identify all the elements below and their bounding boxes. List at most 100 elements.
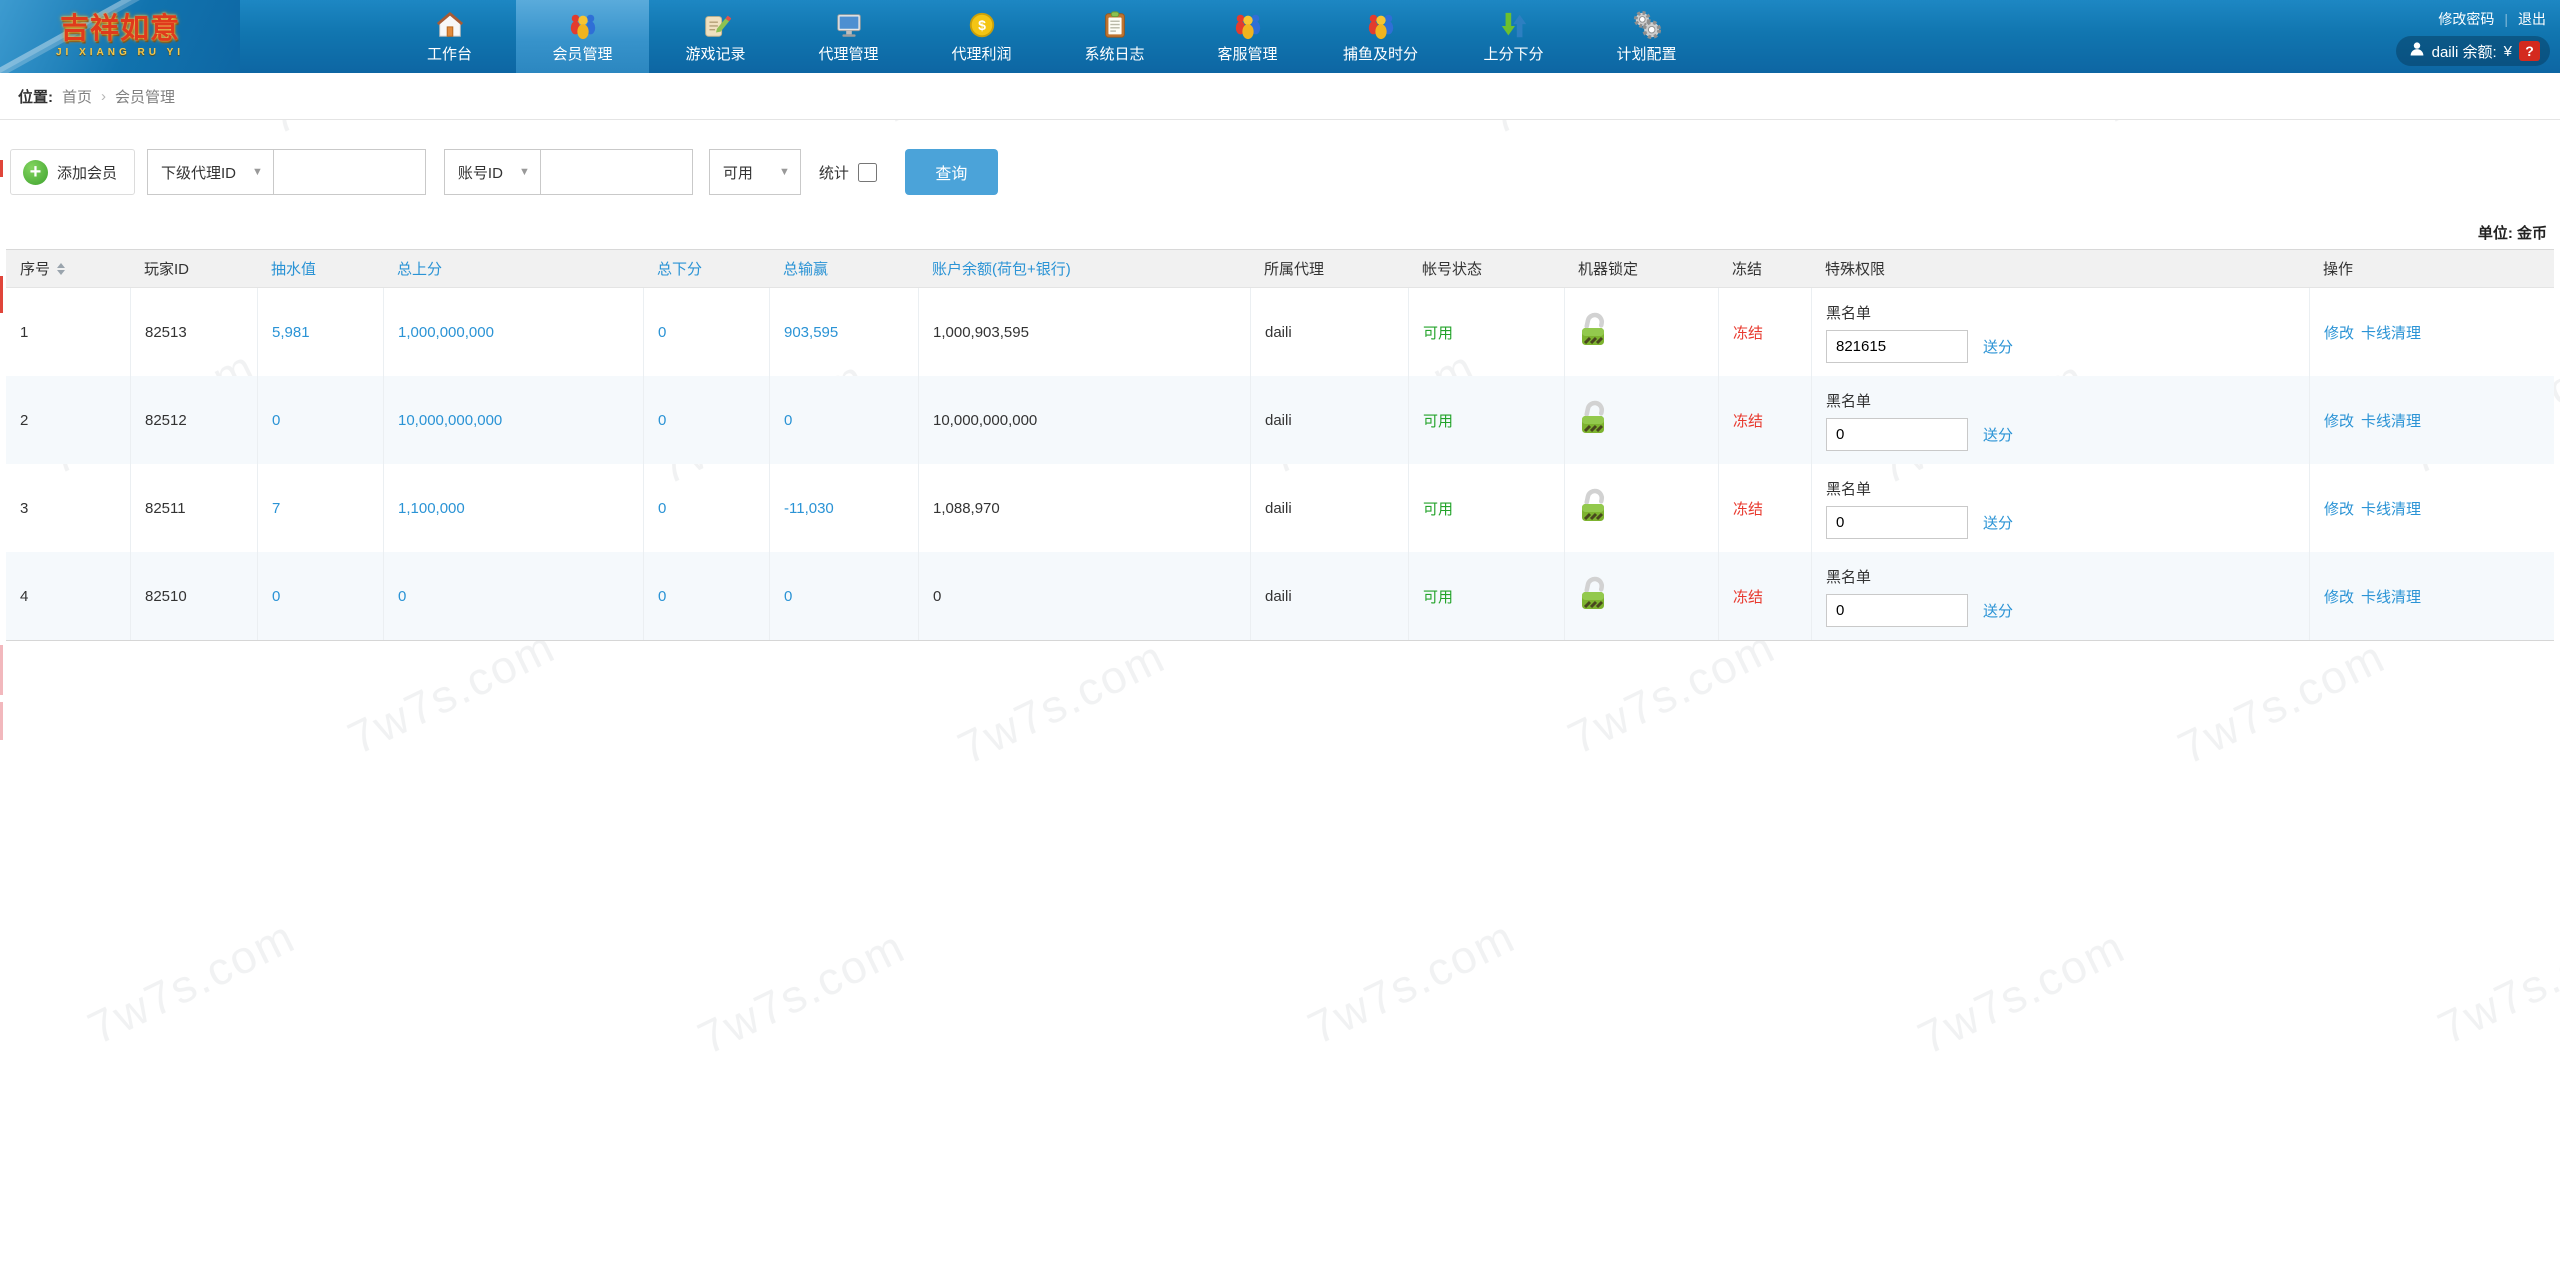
status-select[interactable]: 可用 ▼ <box>708 149 801 195</box>
menu-item-plan-config[interactable]: 计划配置 <box>1580 0 1713 73</box>
freeze-link[interactable]: 冻结 <box>1733 586 1763 607</box>
menu-item-agent-profit[interactable]: $ 代理利润 <box>915 0 1048 73</box>
unlock-icon[interactable] <box>1579 312 1609 352</box>
blacklist-input[interactable] <box>1826 593 1968 627</box>
breadcrumb-home[interactable]: 首页 <box>62 86 92 107</box>
chevron-down-icon: ▼ <box>518 166 530 178</box>
total-down-link[interactable]: 0 <box>658 588 666 605</box>
winloss-link[interactable]: 0 <box>784 412 792 429</box>
total-up-link[interactable]: 1,100,000 <box>398 500 465 517</box>
cell-balance: 1,088,970 <box>918 464 1250 552</box>
stats-checkbox[interactable] <box>857 162 877 182</box>
watermark-text: 7w7s.com <box>949 629 1174 775</box>
members-table: 序号 玩家ID 抽水值 总上分 总下分 总输赢 账户余额(荷包+银行) 所属代理… <box>6 249 2554 641</box>
winloss-link[interactable]: 0 <box>784 588 792 605</box>
send-points-link[interactable]: 送分 <box>1983 424 2013 445</box>
balance-badge: ? <box>2519 41 2540 61</box>
add-member-button[interactable]: + 添加会员 <box>10 149 136 195</box>
updown-icon <box>1499 10 1529 40</box>
main-menu: 工作台 会员管理 游戏记录 代理管理 $ 代理利润 系统日志 客服管理 捕鱼及时 <box>383 0 1713 73</box>
clear-line-link[interactable]: 卡线清理 <box>2361 586 2421 607</box>
user-balance-pill[interactable]: daili 余额: ¥ ? <box>2395 36 2550 66</box>
cell-seq: 3 <box>20 499 29 517</box>
clear-line-link[interactable]: 卡线清理 <box>2361 498 2421 519</box>
cell-balance: 0 <box>918 552 1250 640</box>
total-down-link[interactable]: 0 <box>658 324 666 341</box>
menu-item-label: 系统日志 <box>1084 45 1145 63</box>
edit-link[interactable]: 修改 <box>2324 410 2354 431</box>
logo[interactable]: 吉祥如意 JI XIANG RU YI <box>0 0 240 73</box>
blacklist-input[interactable] <box>1826 505 1968 539</box>
edit-link[interactable]: 修改 <box>2324 586 2354 607</box>
freeze-link[interactable]: 冻结 <box>1733 410 1763 431</box>
account-id-select[interactable]: 账号ID ▼ <box>443 149 541 195</box>
menu-item-members[interactable]: 会员管理 <box>516 0 649 73</box>
unlock-icon[interactable] <box>1579 576 1609 616</box>
menu-item-agent-management[interactable]: 代理管理 <box>782 0 915 73</box>
menu-item-label: 代理利润 <box>951 45 1012 63</box>
send-points-link[interactable]: 送分 <box>1983 336 2013 357</box>
clear-line-link[interactable]: 卡线清理 <box>2361 322 2421 343</box>
col-header-pump[interactable]: 抽水值 <box>257 250 383 287</box>
col-header-total-up[interactable]: 总上分 <box>383 250 643 287</box>
pump-link[interactable]: 5,981 <box>272 324 310 341</box>
cell-special-permissions: 黑名单 送分 <box>1811 288 2309 376</box>
menu-item-system-logs[interactable]: 系统日志 <box>1048 0 1181 73</box>
cell-operations: 修改 卡线清理 <box>2309 464 2554 552</box>
cell-operations: 修改 卡线清理 <box>2309 288 2554 376</box>
table-row: 2 82512 0 10,000,000,000 0 0 10,000,000,… <box>6 376 2554 464</box>
total-down-link[interactable]: 0 <box>658 412 666 429</box>
account-id-input[interactable] <box>540 149 693 195</box>
winloss-link[interactable]: 903,595 <box>784 324 838 341</box>
top-nav: 吉祥如意 JI XIANG RU YI 工作台 会员管理 游戏记录 代理管理 $… <box>0 0 2560 73</box>
col-header-winloss[interactable]: 总输赢 <box>769 250 918 287</box>
total-up-link[interactable]: 10,000,000,000 <box>398 412 502 429</box>
clear-line-link[interactable]: 卡线清理 <box>2361 410 2421 431</box>
freeze-link[interactable]: 冻结 <box>1733 322 1763 343</box>
cell-player-id: 82510 <box>130 552 257 640</box>
records-icon <box>701 10 731 40</box>
pump-link[interactable]: 0 <box>272 412 280 429</box>
top-links: 修改密码 | 退出 <box>2438 9 2546 29</box>
breadcrumb-current: 会员管理 <box>115 88 176 106</box>
unlock-icon[interactable] <box>1579 400 1609 440</box>
col-header-seq[interactable]: 序号 <box>6 250 130 287</box>
change-password-link[interactable]: 修改密码 <box>2438 9 2494 29</box>
total-down-link[interactable]: 0 <box>658 500 666 517</box>
send-points-link[interactable]: 送分 <box>1983 512 2013 533</box>
logout-link[interactable]: 退出 <box>2518 9 2546 29</box>
agent-id-select[interactable]: 下级代理ID ▼ <box>147 149 274 195</box>
total-up-link[interactable]: 1,000,000,000 <box>398 324 494 341</box>
col-header-total-down[interactable]: 总下分 <box>643 250 769 287</box>
search-button[interactable]: 查询 <box>904 149 998 195</box>
col-header-balance[interactable]: 账户余额(荷包+银行) <box>918 250 1250 287</box>
gears-icon <box>1632 10 1662 40</box>
table-header-row: 序号 玩家ID 抽水值 总上分 总下分 总输赢 账户余额(荷包+银行) 所属代理… <box>6 250 2554 288</box>
user-balance-text: daili 余额: <box>2431 43 2497 61</box>
edit-link[interactable]: 修改 <box>2324 498 2354 519</box>
pump-link[interactable]: 7 <box>272 500 280 517</box>
send-points-link[interactable]: 送分 <box>1983 600 2013 621</box>
watermark-text: 7w7s.com <box>689 919 914 1065</box>
blacklist-input[interactable] <box>1826 417 1968 451</box>
menu-item-fishing-points[interactable]: 捕鱼及时分 <box>1314 0 1447 73</box>
clipboard-icon <box>1100 10 1130 40</box>
pump-link[interactable]: 0 <box>272 588 280 605</box>
edit-link[interactable]: 修改 <box>2324 322 2354 343</box>
menu-item-workbench[interactable]: 工作台 <box>383 0 516 73</box>
winloss-link[interactable]: -11,030 <box>784 500 834 517</box>
blacklist-input[interactable] <box>1826 329 1968 363</box>
menu-item-customer-service[interactable]: 客服管理 <box>1181 0 1314 73</box>
menu-item-credit-updown[interactable]: 上分下分 <box>1447 0 1580 73</box>
total-up-link[interactable]: 0 <box>398 588 406 605</box>
sort-icon[interactable] <box>57 262 66 275</box>
home-icon <box>435 10 465 40</box>
col-header-agent: 所属代理 <box>1264 261 1325 278</box>
menu-item-label: 上分下分 <box>1483 45 1544 63</box>
unlock-icon[interactable] <box>1579 488 1609 528</box>
currency-symbol: ¥ <box>2503 42 2512 60</box>
left-edge-marker <box>0 645 3 695</box>
freeze-link[interactable]: 冻结 <box>1733 498 1763 519</box>
agent-id-input[interactable] <box>273 149 426 195</box>
menu-item-game-records[interactable]: 游戏记录 <box>649 0 782 73</box>
